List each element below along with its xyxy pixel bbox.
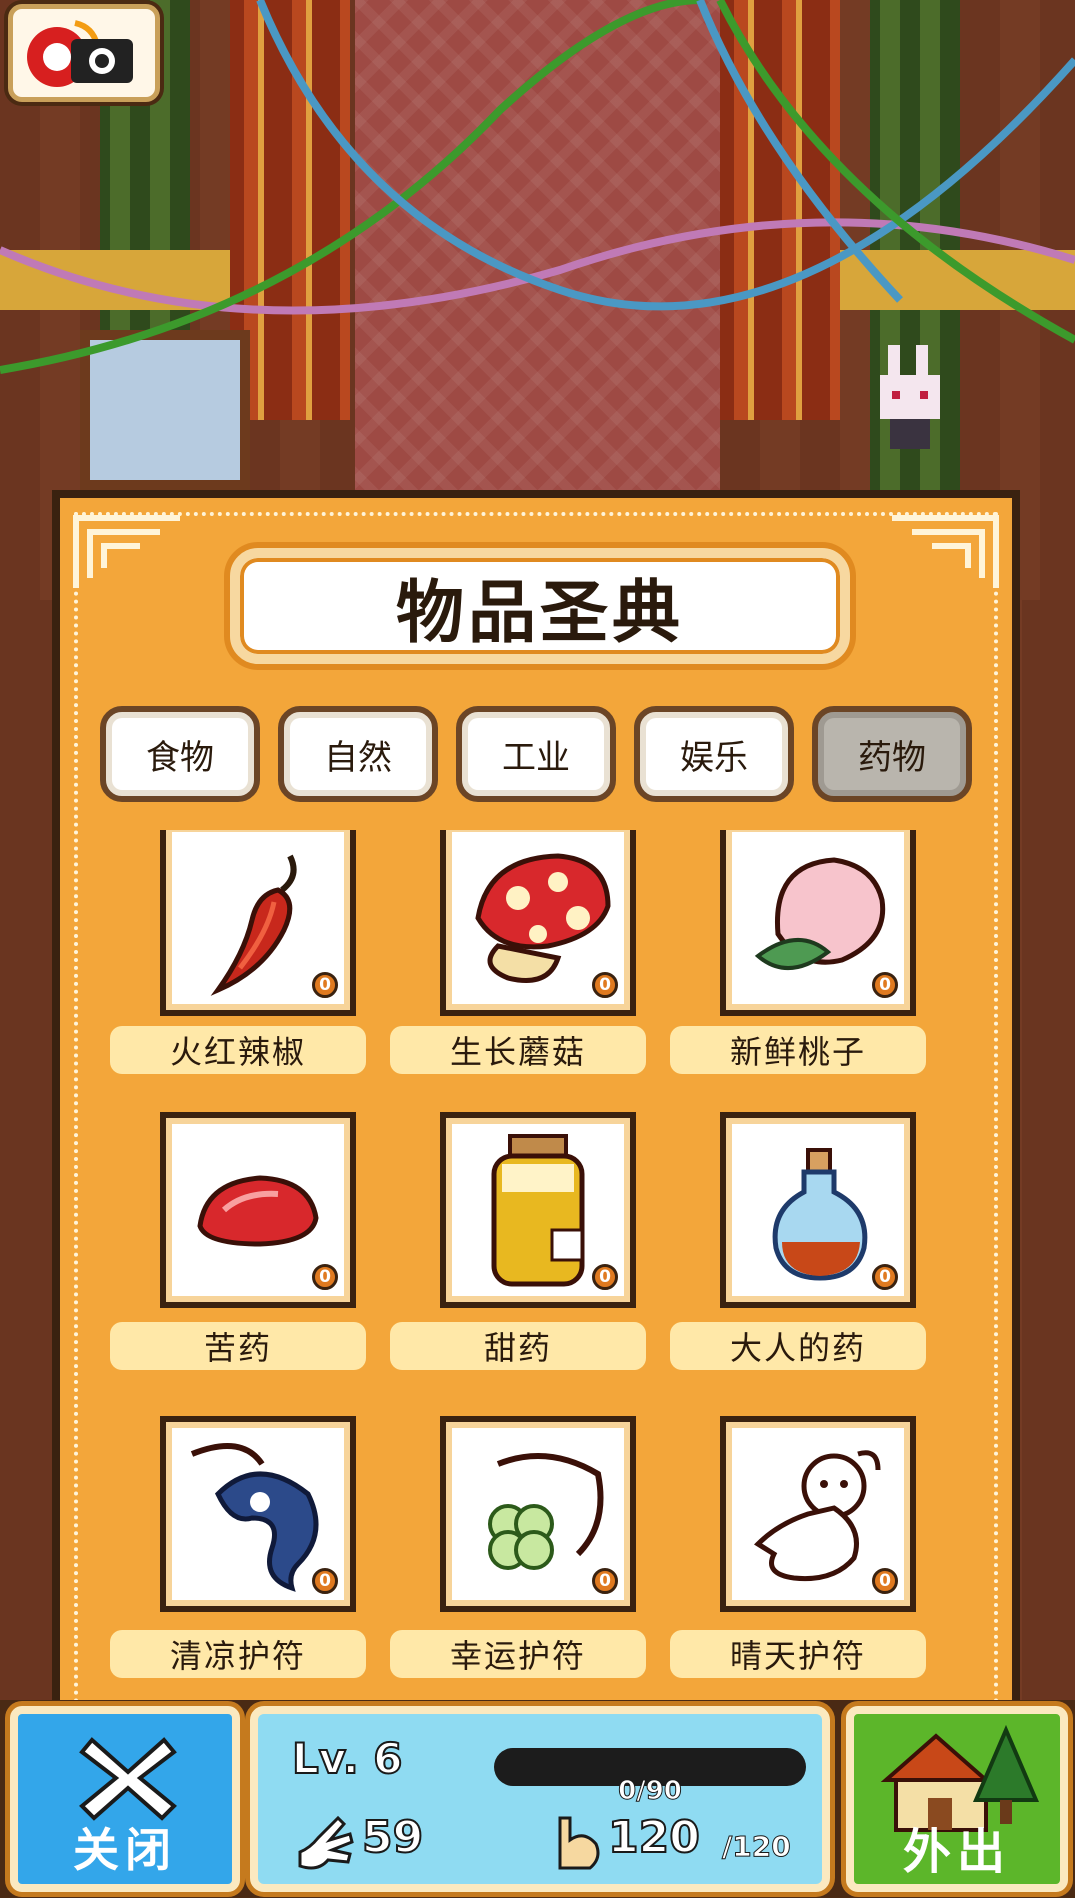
item-card-sweet-medicine[interactable]: 0 [440,1112,636,1308]
exp-text: 0/90 [618,1776,683,1807]
item-name: 清凉护符 [169,1637,306,1675]
item-count-badge: 0 [872,1568,898,1594]
go-out-label: 外出 [902,1824,1011,1880]
player-stats-panel: Lv. 6 0/90 59 120 /120 [250,1706,830,1892]
item-name: 甜药 [483,1329,552,1367]
item-card-peach[interactable]: 0 [720,830,916,1016]
encyclopedia-title-box: 物品圣典 [230,548,850,664]
close-icon [79,1737,177,1821]
muscle-arm-icon [558,1816,600,1870]
potion-bottle-icon [772,1148,868,1281]
item-name: 幸运护符 [449,1637,586,1675]
item-name: 晴天护符 [729,1637,866,1675]
hand-value: 59 [361,1811,424,1864]
tab-nature[interactable]: 自然 [278,706,438,802]
page-title: 物品圣典 [395,573,684,653]
tab-label: 自然 [324,737,392,778]
peach-icon [754,857,886,970]
honey-jar-icon [491,1134,585,1287]
item-count-badge: 0 [872,1264,898,1290]
go-out-button[interactable]: 外出 [846,1706,1068,1892]
item-card-mushroom[interactable]: 0 [440,830,636,1016]
left-wall-panel [0,600,55,1700]
item-name: 生长蘑菇 [449,1033,586,1071]
tab-label: 药物 [858,737,926,778]
item-count-badge: 0 [312,972,338,998]
stamina-value: 120 [607,1811,701,1864]
item-label: 大人的药 [670,1322,926,1370]
item-card-cool-charm[interactable]: 0 [160,1416,356,1612]
tab-label: 工业 [502,737,570,778]
hand-icon [298,1815,354,1870]
bunny-character [880,345,940,449]
tab-entertainment[interactable]: 娱乐 [634,706,794,802]
item-card-sunny-charm[interactable]: 0 [720,1416,916,1612]
item-name: 大人的药 [729,1329,866,1367]
item-count-badge: 0 [312,1568,338,1594]
item-card-adult-medicine[interactable]: 0 [720,1112,916,1308]
camera-icon [27,20,133,87]
mushroom-icon [475,853,611,983]
item-label: 生长蘑菇 [390,1026,646,1074]
corner-ornament-left [73,515,180,588]
teru-teru-bozu-icon [754,1450,881,1582]
item-label: 甜药 [390,1322,646,1370]
blue-charm-icon [190,1443,319,1592]
item-label: 晴天护符 [670,1630,926,1678]
item-label: 火红辣椒 [110,1026,366,1074]
tab-medicine[interactable]: 药物 [812,706,972,802]
item-count-badge: 0 [592,1568,618,1594]
red-pill-icon [197,1175,319,1247]
red-chili-icon [210,854,297,996]
stamina-max: /120 [722,1830,792,1864]
item-card-red-chili[interactable]: 0 [160,830,356,1016]
tab-food[interactable]: 食物 [100,706,260,802]
right-wall-panel [1022,600,1075,1700]
screenshot-button[interactable] [8,4,160,102]
item-label: 新鲜桃子 [670,1026,926,1074]
tab-label: 食物 [146,737,214,778]
category-tabs: 食物 自然 工业 娱乐 药物 [100,706,980,802]
item-name: 火红辣椒 [169,1033,306,1071]
item-grid: 0 火红辣椒 0 生长蘑菇 0 新鲜桃子 0 苦药 0 甜药 0 大人的药 0 … [110,830,970,1710]
close-label: 关闭 [73,1823,177,1877]
item-label: 幸运护符 [390,1630,646,1678]
item-count-badge: 0 [592,1264,618,1290]
clover-charm-icon [488,1453,604,1570]
tab-industry[interactable]: 工业 [456,706,616,802]
item-name: 苦药 [203,1329,272,1367]
item-count-badge: 0 [312,1264,338,1290]
item-label: 清凉护符 [110,1630,366,1678]
tab-label: 娱乐 [680,737,748,778]
item-count-badge: 0 [872,972,898,998]
corner-ornament-right [892,515,999,588]
player-level: Lv. 6 [291,1733,404,1784]
item-label: 苦药 [110,1322,366,1370]
item-count-badge: 0 [592,972,618,998]
close-button[interactable]: 关闭 [10,1706,240,1892]
item-card-lucky-charm[interactable]: 0 [440,1416,636,1612]
item-name: 新鲜桃子 [729,1033,866,1071]
item-card-bitter-medicine[interactable]: 0 [160,1112,356,1308]
